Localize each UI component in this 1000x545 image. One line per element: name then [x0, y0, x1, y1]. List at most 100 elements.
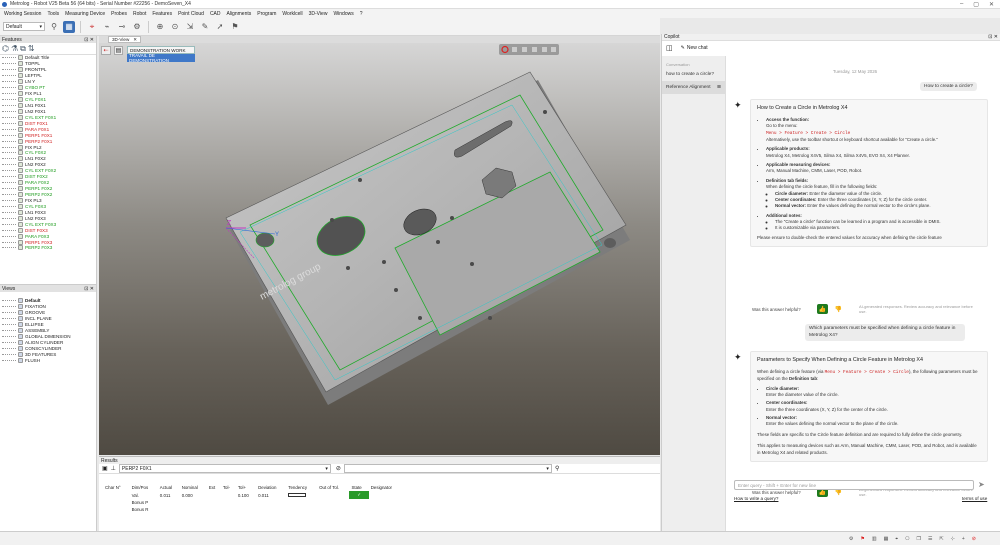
menu-lines-icon[interactable]: ≡ [717, 84, 721, 91]
feature-item[interactable]: PERP2 F0X3 [2, 245, 96, 251]
column-header[interactable]: Nominal [180, 484, 207, 491]
table-row[interactable]: Bonus R [103, 506, 403, 513]
pan-icon[interactable] [551, 47, 556, 52]
probe-icon[interactable]: ⚲ [48, 21, 60, 33]
menu-program[interactable]: Program [257, 11, 276, 17]
column-header[interactable]: Ext [207, 484, 221, 491]
stop-icon[interactable] [512, 47, 517, 52]
terms-link[interactable]: terms of use [962, 496, 987, 501]
feature-label: PARA F0X1 [25, 126, 50, 132]
menu-measuring-device[interactable]: Measuring Device [65, 11, 105, 17]
menu-features[interactable]: Features [152, 11, 172, 17]
status-probe-icon[interactable]: ⌖ [895, 536, 898, 542]
history-item-circle[interactable]: how to create a circle? [662, 68, 725, 81]
status-cube-icon[interactable]: ❒ [917, 536, 921, 542]
save-icon[interactable]: ▣ [102, 465, 108, 472]
menu-working-session[interactable]: Working Session [4, 11, 41, 17]
point-icon[interactable]: ⊙ [169, 21, 181, 33]
query-input[interactable]: Enter query - Shift + Enter for new line [734, 480, 974, 490]
filter-icon[interactable]: ⚗ [11, 44, 18, 53]
column-header[interactable]: Designator [369, 484, 403, 491]
thumbs-down-icon[interactable]: 👎 [833, 304, 844, 314]
menu-help[interactable]: ? [360, 11, 363, 17]
status-device-icon[interactable]: ⎔ [905, 536, 909, 542]
status-plus-icon[interactable]: + [962, 536, 965, 542]
tree-connector [2, 223, 16, 225]
status-red-icon[interactable]: ⚑ [860, 536, 864, 542]
sidebar-toggle-icon[interactable]: ◫ [666, 44, 673, 52]
tab-3d-view[interactable]: 3D-View ✕ [108, 36, 142, 43]
menu-alignments[interactable]: Alignments [227, 11, 252, 17]
send-icon[interactable]: ➤ [978, 480, 985, 489]
rotate-icon[interactable] [542, 47, 547, 52]
how-to-write-link[interactable]: How to write a query? [734, 496, 778, 501]
column-header[interactable]: Deviation [256, 484, 286, 491]
status-stop-icon[interactable]: ⊘ [972, 536, 976, 542]
status-layers-icon[interactable]: ☰ [928, 536, 932, 542]
column-header[interactable]: Char N° [103, 484, 130, 491]
column-header[interactable]: State [349, 484, 368, 491]
program-icon[interactable]: ✎ [199, 21, 211, 33]
3d-viewport[interactable]: metrolog group Z Y [99, 36, 660, 455]
column-header[interactable]: Tol+ [236, 484, 256, 491]
maximize-button[interactable]: ▢ [973, 1, 979, 8]
status-grid-icon[interactable]: ▦ [884, 536, 889, 542]
column-header[interactable]: Tol- [221, 484, 236, 491]
device-icon[interactable]: ▦ [63, 20, 75, 33]
results-feature-combo[interactable]: PERP2 F0X1 ▾ [118, 464, 331, 473]
target-icon[interactable]: ⌖ [86, 21, 98, 33]
run-icon[interactable]: ➚ [214, 21, 226, 33]
align-icon[interactable]: ⇲ [184, 21, 196, 33]
minimize-button[interactable]: – [960, 1, 963, 8]
history-item-alignment[interactable]: Reference Alignment ≡ [662, 81, 725, 94]
group-icon[interactable]: ⧉ [20, 44, 26, 54]
panel-pin-icon[interactable]: ⊡ ✕ [84, 286, 94, 292]
3d-view-canvas[interactable]: metrolog group Z Y [99, 36, 660, 455]
status-pin-icon[interactable]: ⊹ [951, 536, 955, 542]
menu-probes[interactable]: Probes [111, 11, 127, 17]
menu-tools[interactable]: Tools [47, 11, 59, 17]
menu-3d-view[interactable]: 3D-View [309, 11, 328, 17]
feature-icon [18, 150, 23, 156]
feature-icon[interactable]: ⊥ [111, 465, 116, 472]
column-header[interactable]: Dim/Pos [130, 484, 158, 491]
frame-icon[interactable] [522, 47, 527, 52]
view-icon [18, 345, 23, 351]
thumbs-up-icon[interactable]: 👍 [817, 304, 828, 315]
arrow-left-icon[interactable]: ⇠ [101, 46, 111, 55]
sort-icon[interactable]: ⇅ [28, 44, 35, 53]
tree-connector [2, 347, 16, 349]
panel-pin-icon[interactable]: ⊡ ✕ [988, 34, 998, 40]
menu-robot[interactable]: Robot [133, 11, 146, 17]
menu-workcell[interactable]: Worklcell [282, 11, 302, 17]
table-row[interactable]: Bonus P [103, 499, 403, 506]
close-window-button[interactable]: ✕ [989, 1, 994, 8]
table-row[interactable]: Val. 0.011 0.000 0.100 0.011 ✓ [103, 491, 403, 499]
new-chat-button[interactable]: ✎ New chat [681, 45, 708, 51]
probe-tip-icon[interactable]: ⊸ [116, 21, 128, 33]
zoom-icon[interactable] [532, 47, 537, 52]
column-header[interactable]: Out of Tol. [317, 484, 349, 491]
menu-cad[interactable]: CAD [210, 11, 221, 17]
scan-icon[interactable]: ⌁ [101, 21, 113, 33]
hole-dot [450, 216, 454, 220]
menu-windows[interactable]: Windows [333, 11, 353, 17]
status-settings-icon[interactable]: ⚙ [849, 536, 853, 542]
robot-icon[interactable]: ⚙ [131, 21, 143, 33]
status-align-icon[interactable]: ⇱ [939, 536, 943, 542]
view-item[interactable]: FLUSH [2, 357, 96, 363]
tree-icon[interactable]: ⌬ [2, 44, 9, 53]
report-icon[interactable]: ⚑ [229, 21, 241, 33]
results-search[interactable]: ▾ [343, 464, 552, 473]
default-combo[interactable]: Default ▾ [3, 22, 45, 31]
measure-icon[interactable]: ⊕ [154, 21, 166, 33]
status-bars-icon[interactable]: ▥ [872, 536, 877, 542]
close-icon[interactable]: ✕ [133, 37, 137, 43]
panel-pin-icon[interactable]: ⊡ ✕ [84, 37, 94, 43]
clear-icon[interactable]: ⊘ [336, 465, 341, 472]
column-header[interactable]: Tendency [286, 484, 317, 491]
menu-point-cloud[interactable]: Point Cloud [178, 11, 204, 17]
column-header[interactable]: Actual [158, 484, 180, 491]
document-icon[interactable]: ▤ [114, 46, 123, 55]
filter-icon[interactable]: ⚲ [555, 465, 559, 472]
